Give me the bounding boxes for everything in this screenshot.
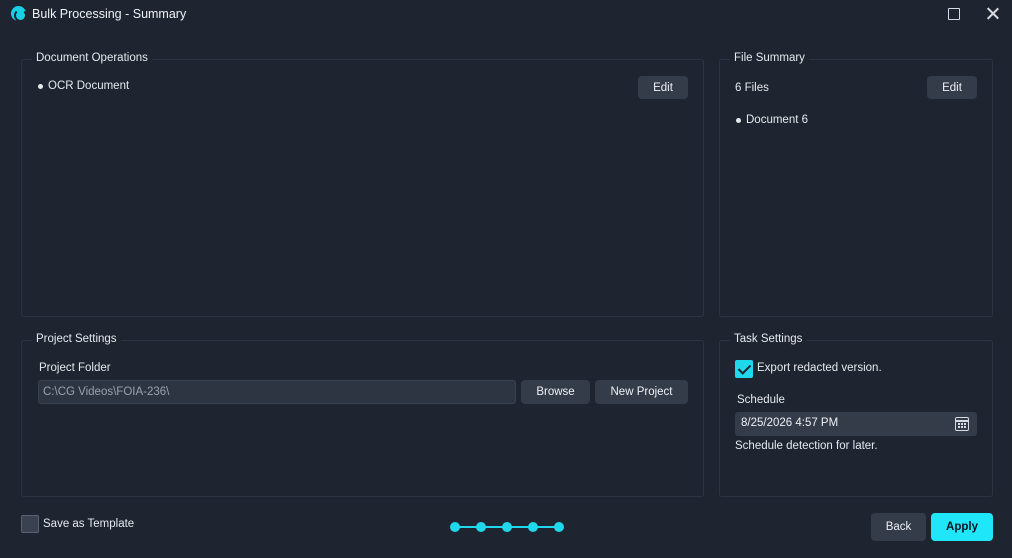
schedule-datetime-value: 8/25/2026 4:57 PM [741, 417, 839, 429]
project-settings-panel: Project Settings Project Folder C:\CG Vi… [21, 333, 704, 497]
schedule-hint: Schedule detection for later. [735, 440, 878, 452]
file-count: 6 Files [735, 82, 769, 94]
file-item-document-6: Document 6 [735, 114, 809, 126]
project-settings-title: Project Settings [32, 333, 121, 345]
step-dot-2 [476, 522, 486, 532]
save-as-template-checkbox[interactable] [21, 515, 39, 533]
project-folder-field[interactable]: C:\CG Videos\FOIA-236\ [38, 380, 516, 404]
browse-button[interactable]: Browse [521, 380, 590, 404]
step-dot-1 [450, 522, 460, 532]
schedule-label: Schedule [737, 394, 785, 406]
step-dot-3 [502, 522, 512, 532]
step-dot-4 [528, 522, 538, 532]
task-settings-title: Task Settings [730, 333, 807, 345]
back-button[interactable]: Back [871, 513, 926, 541]
app-logo-icon [11, 6, 27, 22]
close-icon[interactable] [982, 4, 1004, 24]
document-operations-title: Document Operations [32, 52, 152, 64]
save-as-template-label: Save as Template [43, 518, 135, 530]
project-folder-label: Project Folder [39, 362, 111, 374]
file-summary-title: File Summary [730, 52, 809, 64]
operation-item-ocr: OCR Document [37, 80, 130, 92]
export-redacted-checkbox[interactable] [735, 360, 753, 378]
export-redacted-label: Export redacted version. [757, 362, 882, 374]
calendar-icon[interactable] [955, 417, 969, 431]
file-summary-panel: File Summary 6 Files Edit Document 6 [719, 52, 993, 317]
title-bar: Bulk Processing - Summary [0, 0, 1012, 28]
progress-stepper [450, 521, 564, 533]
new-project-button[interactable]: New Project [595, 380, 688, 404]
schedule-datetime-field[interactable]: 8/25/2026 4:57 PM [735, 412, 977, 436]
document-operations-edit-button[interactable]: Edit [638, 76, 688, 99]
step-dot-5 [554, 522, 564, 532]
maximize-icon[interactable] [942, 4, 964, 24]
window-title: Bulk Processing - Summary [32, 7, 187, 21]
file-summary-edit-button[interactable]: Edit [927, 76, 977, 99]
document-operations-panel: Document Operations OCR Document Edit [21, 52, 704, 317]
apply-button[interactable]: Apply [931, 513, 993, 541]
task-settings-panel: Task Settings Export redacted version. S… [719, 333, 993, 497]
